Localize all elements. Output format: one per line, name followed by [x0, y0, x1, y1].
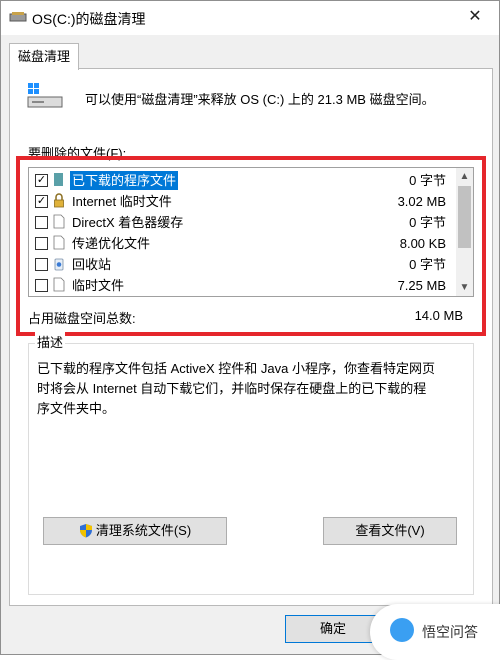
- cleanup-button-label: 清理系统文件(S): [95, 523, 192, 538]
- description-text: 已下载的程序文件包括 ActiveX 控件和 Java 小程序，你查看特定网页 …: [37, 359, 467, 419]
- ok-button[interactable]: 确定: [285, 615, 381, 643]
- disk-cleanup-window: OS(C:)的磁盘清理 ✕ 磁盘清理 可以使用“磁盘清理”来释放 OS (C:)…: [0, 0, 500, 655]
- drive-icon: [9, 12, 27, 22]
- title-bar: OS(C:)的磁盘清理 ✕: [1, 1, 499, 35]
- watermark-text: 悟空问答: [422, 624, 478, 640]
- uac-shield-icon: [79, 524, 92, 538]
- view-files-button[interactable]: 查看文件(V): [323, 517, 457, 545]
- description-line: 序文件夹中。: [37, 401, 116, 416]
- close-button[interactable]: ✕: [465, 7, 485, 27]
- watermark-badge: 悟空问答: [370, 604, 500, 660]
- tab-disk-cleanup[interactable]: 磁盘清理: [9, 43, 79, 70]
- wukong-logo-icon: [390, 618, 414, 642]
- drive-icon-large: [27, 83, 63, 108]
- description-title: 描述: [35, 332, 66, 351]
- cleanup-system-files-button[interactable]: 清理系统文件(S): [43, 517, 227, 545]
- header-message: 可以使用“磁盘清理”来释放 OS (C:) 上的 21.3 MB 磁盘空间。: [85, 92, 435, 107]
- description-line: 已下载的程序文件包括 ActiveX 控件和 Java 小程序，你查看特定网页: [37, 361, 435, 376]
- annotation-highlight-box: [16, 156, 486, 336]
- window-title: OS(C:)的磁盘清理: [32, 11, 146, 27]
- description-line: 时将会从 Internet 自动下载它们，并临时保存在硬盘上的已下载的程: [37, 381, 427, 396]
